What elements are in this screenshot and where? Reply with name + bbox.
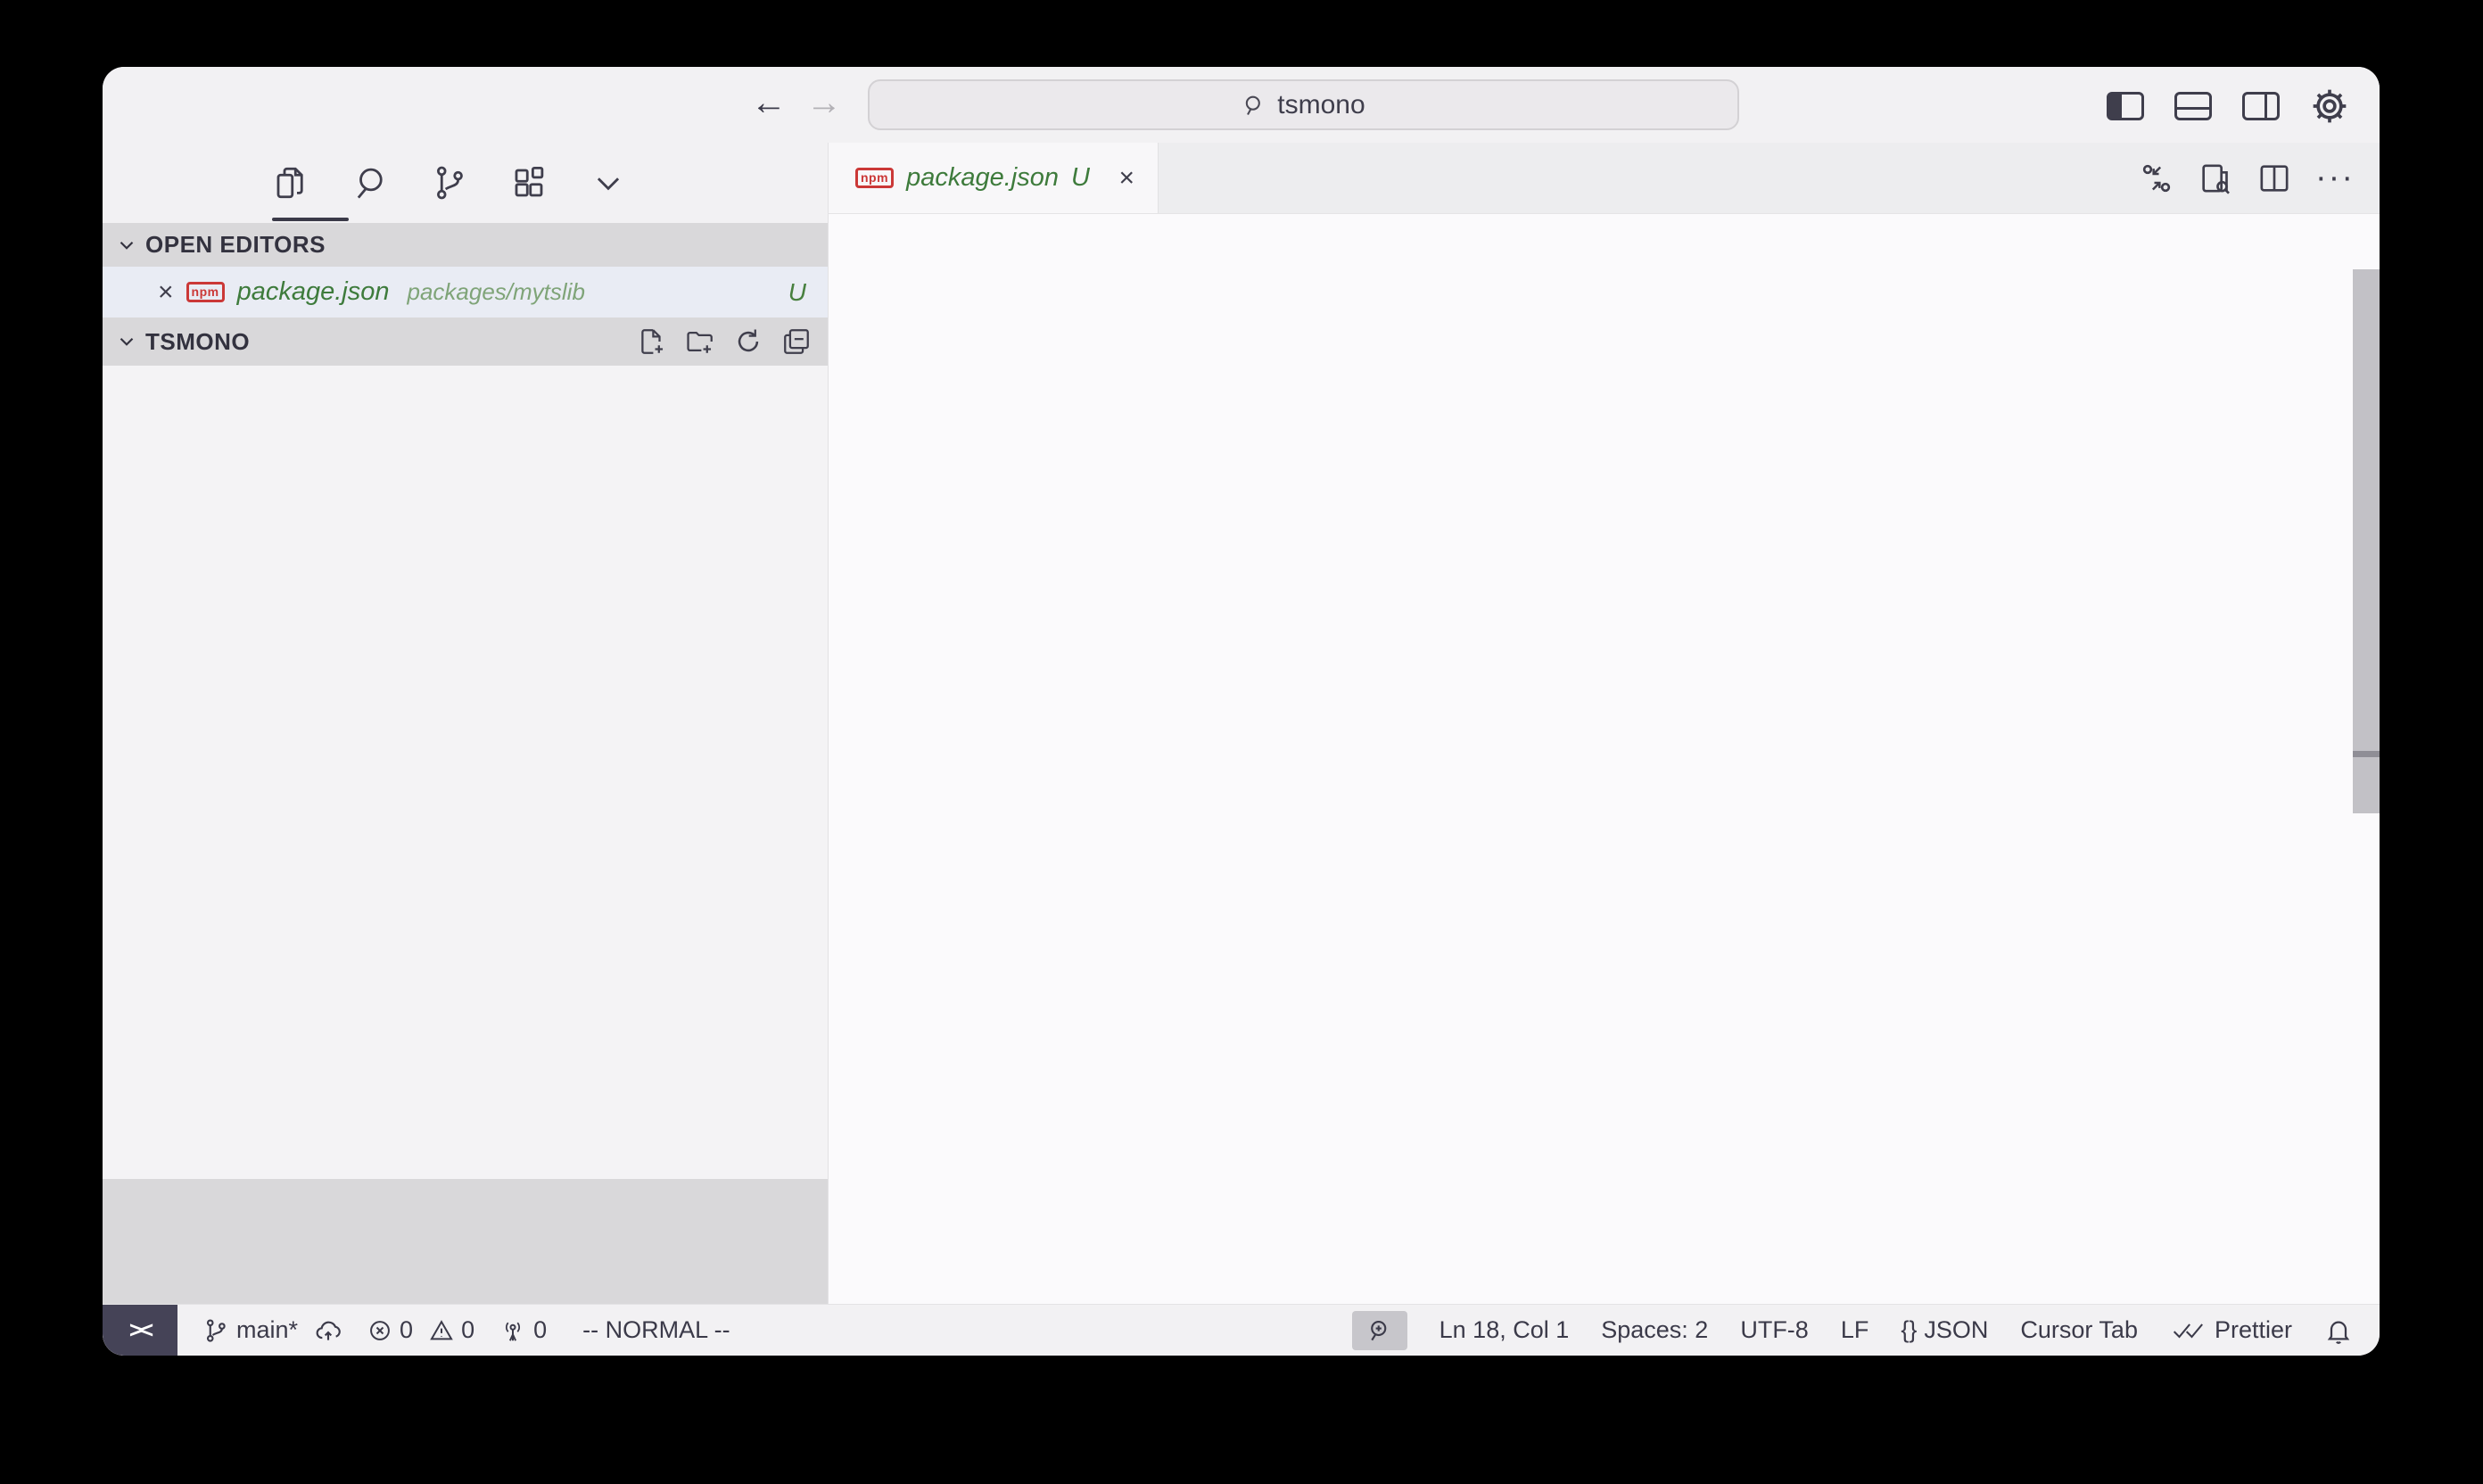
- toggle-panel-icon[interactable]: [2174, 92, 2212, 120]
- source-control-icon[interactable]: [431, 164, 468, 202]
- search-value: tsmono: [1277, 90, 1365, 120]
- editor-group: npm package.json U × ···: [829, 143, 2380, 1304]
- close-window-button[interactable]: [133, 95, 154, 116]
- search-icon: [1242, 93, 1266, 118]
- compare-changes-icon[interactable]: [2139, 161, 2174, 196]
- additional-views-chevron-icon[interactable]: [590, 164, 627, 202]
- more-actions-icon[interactable]: ···: [2315, 159, 2355, 197]
- minimize-window-button[interactable]: [168, 95, 189, 116]
- breadcrumb: [829, 214, 2380, 269]
- remote-indicator[interactable]: ><: [103, 1305, 177, 1356]
- vim-mode-item[interactable]: -- NORMAL --: [582, 1316, 730, 1344]
- broadcast-icon: [499, 1317, 526, 1344]
- split-editor-icon[interactable]: [2256, 161, 2292, 196]
- forward-button[interactable]: →: [806, 83, 842, 123]
- publish-cloud-icon: [314, 1316, 342, 1345]
- zoom-indicator[interactable]: [1352, 1311, 1407, 1350]
- chevron-down-icon: [115, 234, 138, 257]
- settings-gear-icon[interactable]: [2310, 87, 2349, 126]
- tab-package-json[interactable]: npm package.json U ×: [829, 143, 1159, 213]
- git-branch-icon: [202, 1317, 229, 1344]
- open-editor-item[interactable]: × npm package.json packages/mytslib U: [103, 267, 828, 317]
- extensions-icon[interactable]: [510, 164, 548, 202]
- chevron-down-icon: [115, 330, 138, 353]
- zoom-window-button[interactable]: [202, 95, 224, 116]
- double-check-icon: [2170, 1318, 2207, 1343]
- window-controls: [133, 95, 224, 116]
- overview-ruler-cursor-mark: [2353, 751, 2380, 757]
- notifications-bell-icon[interactable]: [2324, 1316, 2353, 1345]
- npm-icon: npm: [186, 282, 225, 302]
- activity-bar: [103, 143, 828, 223]
- git-status-badge: U: [788, 278, 806, 307]
- title-bar: ← → tsmono: [103, 67, 2380, 143]
- tab-dirty-badge: U: [1071, 163, 1090, 193]
- eol-item[interactable]: LF: [1841, 1316, 1869, 1344]
- tab-label: package.json: [906, 163, 1059, 193]
- open-preview-icon[interactable]: [2198, 161, 2233, 196]
- git-branch-item[interactable]: main*: [202, 1316, 342, 1345]
- refresh-icon[interactable]: [733, 326, 763, 357]
- app-window: ← → tsmono: [103, 67, 2380, 1356]
- back-button[interactable]: ←: [751, 83, 787, 123]
- search-view-icon[interactable]: [351, 164, 389, 202]
- brackets-icon: {}: [1901, 1316, 1917, 1344]
- errors-icon: [367, 1318, 392, 1343]
- project-section-header[interactable]: TSMONO: [103, 317, 828, 366]
- npm-icon: npm: [855, 168, 894, 188]
- status-bar: >< main* 0 0 0 -- NORMAL -- Ln 18, Col 1…: [103, 1304, 2380, 1356]
- close-editor-icon[interactable]: ×: [158, 277, 174, 308]
- open-editors-header[interactable]: OPEN EDITORS: [103, 223, 828, 267]
- file-tree: [103, 366, 828, 1179]
- formatter-item[interactable]: Prettier: [2170, 1316, 2292, 1344]
- code-editor[interactable]: [829, 269, 2380, 1304]
- sidebar: OPEN EDITORS × npm package.json packages…: [103, 143, 829, 1304]
- explorer-icon[interactable]: [272, 164, 309, 202]
- tab-bar: npm package.json U × ···: [829, 143, 2380, 214]
- open-editor-filename: package.json: [237, 277, 390, 307]
- sidebar-bottom-sections: [103, 1179, 828, 1304]
- active-view-indicator: [272, 218, 349, 221]
- close-tab-icon[interactable]: ×: [1118, 163, 1134, 194]
- feedback-item[interactable]: 0: [499, 1316, 547, 1344]
- new-file-icon[interactable]: [637, 326, 667, 357]
- cursor-position-item[interactable]: Ln 18, Col 1: [1439, 1316, 1570, 1344]
- collapse-all-icon[interactable]: [781, 326, 812, 357]
- open-editor-path: packages/mytslib: [408, 278, 585, 306]
- language-mode-item[interactable]: {} JSON: [1901, 1316, 1988, 1344]
- new-folder-icon[interactable]: [685, 326, 715, 357]
- editor-scrollbar[interactable]: [2353, 269, 2380, 813]
- cursor-tab-item[interactable]: Cursor Tab: [2020, 1316, 2138, 1344]
- command-center-search[interactable]: tsmono: [868, 79, 1739, 130]
- encoding-item[interactable]: UTF-8: [1740, 1316, 1809, 1344]
- indentation-item[interactable]: Spaces: 2: [1601, 1316, 1708, 1344]
- warnings-icon: [429, 1318, 454, 1343]
- toggle-secondary-sidebar-icon[interactable]: [2242, 92, 2280, 120]
- zoom-in-icon: [1366, 1317, 1393, 1344]
- problems-item[interactable]: 0 0: [367, 1316, 474, 1344]
- toggle-primary-sidebar-icon[interactable]: [2107, 92, 2144, 120]
